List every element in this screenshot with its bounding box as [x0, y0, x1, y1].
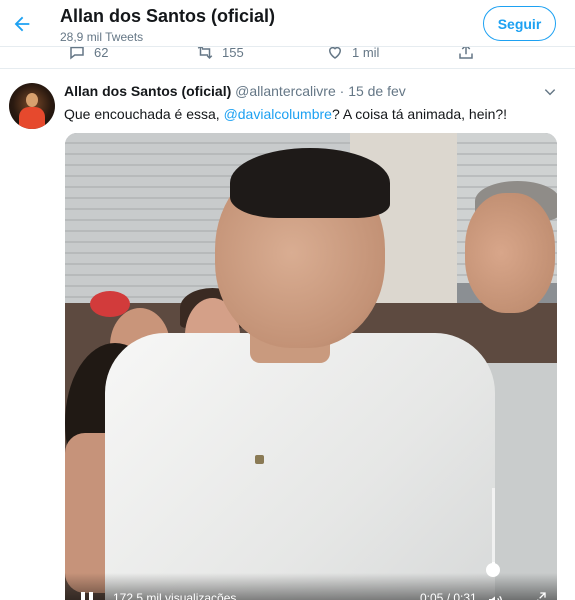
main-person-shirt	[105, 333, 495, 600]
author-name[interactable]: Allan dos Santos (oficial)	[64, 83, 231, 99]
like-count: 1 mil	[352, 46, 380, 60]
retweet-icon	[197, 46, 213, 60]
pause-icon[interactable]	[81, 592, 95, 600]
tweet-text-start: Que encouchada é essa,	[64, 106, 224, 122]
tweet-text: Que encouchada é essa, @davialcolumbre? …	[64, 106, 507, 122]
tweet-header: Allan dos Santos (oficial) @allantercali…	[64, 83, 406, 99]
fullscreen-icon	[537, 592, 546, 600]
follow-button[interactable]: Seguir	[483, 6, 556, 41]
share-action[interactable]	[457, 46, 475, 61]
retweet-count: 155	[222, 46, 244, 60]
crowd-person	[465, 193, 555, 313]
mention-link[interactable]: @davialcolumbre	[224, 106, 332, 122]
chevron-down-icon	[544, 89, 556, 96]
video-views: 172,5 mil visualizações	[113, 591, 237, 600]
previous-tweet-actions: 62 155 1 mil	[0, 46, 575, 69]
avatar-body	[19, 107, 45, 129]
main-person-hair	[230, 148, 390, 218]
back-button[interactable]	[8, 10, 36, 38]
tweet-date[interactable]: 15 de fev	[348, 83, 406, 99]
lapel-pin	[255, 455, 264, 464]
share-icon	[459, 46, 473, 59]
reply-action[interactable]: 62	[68, 46, 108, 61]
separator-dot: ·	[339, 83, 345, 99]
volume-button[interactable]	[486, 593, 504, 600]
heart-icon	[328, 46, 342, 59]
author-handle[interactable]: @allantercalivre	[235, 83, 336, 99]
tweet-menu-button[interactable]	[543, 85, 557, 104]
video-time: 0:05 / 0:31	[420, 591, 477, 600]
volume-knob[interactable]	[486, 563, 500, 577]
tweet-text-end: ? A coisa tá animada, hein?!	[331, 106, 508, 122]
retweet-action[interactable]: 155	[196, 46, 244, 61]
tweet[interactable]: Allan dos Santos (oficial) @allantercali…	[0, 69, 575, 600]
arrow-left-icon	[14, 16, 30, 32]
like-action[interactable]: 1 mil	[326, 46, 379, 61]
avatar[interactable]	[9, 83, 55, 129]
page-title: Allan dos Santos (oficial)	[60, 6, 276, 26]
reply-count: 62	[94, 46, 109, 60]
volume-icon	[489, 595, 503, 600]
fullscreen-button[interactable]	[531, 591, 547, 600]
profile-header: Allan dos Santos (oficial) 28,9 mil Twee…	[0, 0, 575, 47]
avatar-head	[26, 93, 38, 107]
video-controls: 172,5 mil visualizações 0:05 / 0:31	[65, 573, 557, 600]
volume-slider[interactable]	[492, 488, 495, 566]
video-player[interactable]: 172,5 mil visualizações 0:05 / 0:31	[65, 133, 557, 600]
reply-icon	[70, 46, 84, 60]
tweet-count: 28,9 mil Tweets	[60, 30, 144, 44]
